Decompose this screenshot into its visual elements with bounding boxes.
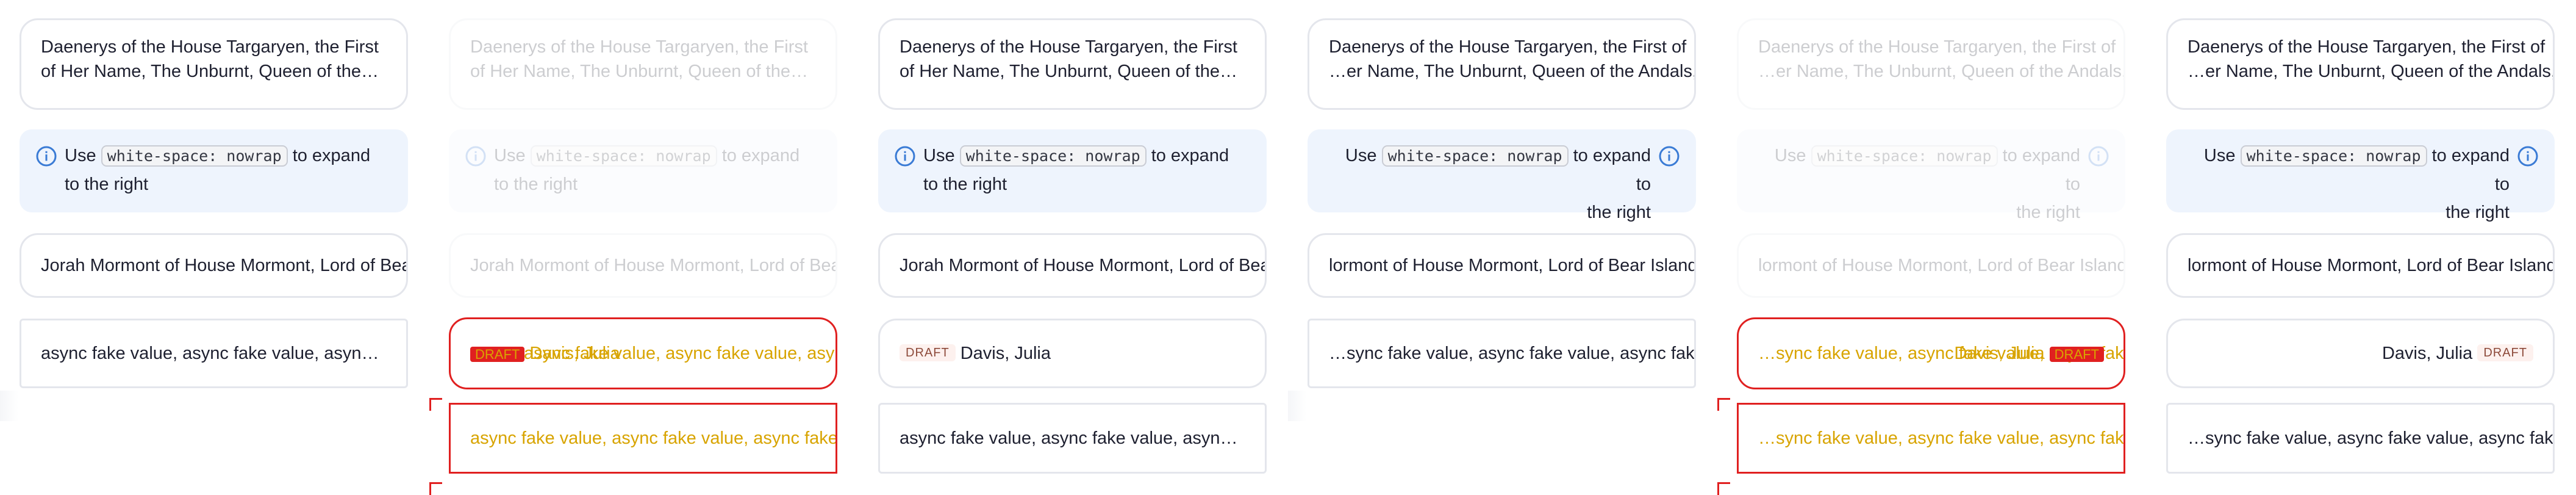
long-name-text: Daenerys of the House Targaryen, the Fir… [470,37,808,81]
panel-4: Daenerys of the House Targaryen, the Fir… [1288,0,1696,493]
row-4: async fake value, async fake value, asyn… [20,319,408,388]
info-icon [895,146,915,167]
error-overlay-row-5: …sync fake value, async fake value, asyn… [1737,403,2125,474]
corner-marker [429,398,442,411]
info-note: Use white-space: nowrap to expand to the… [2166,129,2555,222]
overlay-row-5-text: …sync fake value, async fake value, asyn… [1758,428,2125,448]
note-text-post: to expand to [1573,146,1651,194]
row-3: lormont of House Mormont, Lord of Bear I… [2166,233,2555,298]
row-3-text: Jorah Mormont of House Mormont, Lord of … [470,256,835,275]
note-text-pre: Use [2203,146,2236,165]
row-3: lormont of House Mormont, Lord of Bear I… [1737,233,2125,298]
author-name: Davis, Julia [960,344,1051,363]
overlay-badge: DRAFT [2049,347,2104,362]
info-note: Use white-space: nowrap to expand to the… [449,129,837,212]
long-name-card: Daenerys of the House Targaryen, the Fir… [20,18,408,110]
long-name-line-2: …er Name, The Unburnt, Queen of the Anda… [1758,62,2125,81]
row-4-text: …sync fake value, async fake value, asyn… [1329,344,1696,363]
overlay-name: Davis, Julia [1954,344,2045,363]
long-name-card: Daenerys of the House Targaryen, the Fir… [1308,18,1696,110]
panel-6: Daenerys of the House Targaryen, the Fir… [2147,0,2555,493]
note-text-post: to expand to [2002,146,2080,194]
overlay-row-4-text: async fake value, async fake value, asyn… [524,344,835,363]
error-overlay-row-4: …sync fake value, async fake value, asyn… [1737,317,2125,389]
row-3: Jorah Mormont of House Mormont, Lord of … [20,233,408,298]
overlay-badge: DRAFT [470,347,525,362]
info-icon [2517,146,2538,167]
row-5: …sync fake value, async fake value, asyn… [2166,403,2555,474]
info-icon [1659,146,1680,167]
note-code: white-space: nowrap [101,145,288,167]
long-name-line-1: Daenerys of the House Targaryen, the Fir… [1758,37,2116,57]
long-name-card: Daenerys of the House Targaryen, the Fir… [878,18,1267,110]
info-icon [465,146,486,167]
note-text-pre: Use [1345,146,1377,165]
long-name-text: Daenerys of the House Targaryen, the Fir… [900,37,1237,81]
error-overlay-row-4: DRAFT Davis, Julia async fake value, asy… [449,317,837,389]
panel-1: Daenerys of the House Targaryen, the Fir… [0,0,408,493]
long-name-card: Daenerys of the House Targaryen, the Fir… [1737,18,2125,110]
row-4-draft[interactable]: Davis, Julia DRAFT [2166,319,2555,388]
row-5: async fake value, async fake value, asyn… [878,403,1267,474]
note-text-pre: Use [1774,146,1806,165]
draft-badge: DRAFT [2477,344,2533,362]
row-5-text: async fake value, async fake value, asyn… [900,428,1267,448]
row-3: Jorah Mormont of House Mormont, Lord of … [878,233,1267,298]
note-text-pre: Use [923,146,955,165]
long-name-text: Daenerys of the House Targaryen, the Fir… [41,37,379,81]
row-4: …sync fake value, async fake value, asyn… [1308,319,1696,388]
author-name: Davis, Julia [2381,344,2473,363]
long-name-card: Daenerys of the House Targaryen, the Fir… [2166,18,2555,110]
info-note: Use white-space: nowrap to expand to the… [1737,129,2125,222]
note-code: white-space: nowrap [959,145,1147,167]
note-code: white-space: nowrap [1381,145,1569,167]
long-name-card: Daenerys of the House Targaryen, the Fir… [449,18,837,110]
note-text-pre: Use [494,146,526,165]
panel-3: Daenerys of the House Targaryen, the Fir… [859,0,1267,493]
note-code: white-space: nowrap [530,145,717,167]
long-name-line-2: …er Name, The Unburnt, Queen of the Anda… [2188,62,2555,81]
corner-marker [1717,398,1730,411]
row-5-text: …sync fake value, async fake value, asyn… [2188,428,2555,448]
info-note: Use white-space: nowrap to expand to the… [20,129,408,212]
info-note: Use white-space: nowrap to expand to the… [878,129,1267,212]
note-text-post-2: the right [1587,203,1651,222]
draft-badge: DRAFT [900,344,956,362]
note-code: white-space: nowrap [1811,145,1998,167]
long-name-line-2: …er Name, The Unburnt, Queen of the Anda… [1329,62,1696,81]
row-3-text: Jorah Mormont of House Mormont, Lord of … [41,256,406,275]
row-3-text: lormont of House Mormont, Lord of Bear I… [1758,256,2125,275]
row-3: Jorah Mormont of House Mormont, Lord of … [449,233,837,298]
row-4-text: async fake value, async fake value, asyn… [41,344,408,363]
info-icon [36,146,57,167]
overlay-row-5-text: async fake value, async fake value, asyn… [470,428,837,448]
note-text-post: to expand to [2431,146,2510,194]
drag-handle-hint [1288,391,1306,421]
row-3: lormont of House Mormont, Lord of Bear I… [1308,233,1696,298]
row-3-text: Jorah Mormont of House Mormont, Lord of … [900,256,1265,275]
note-text-post-2: the right [2445,203,2510,222]
drag-handle-hint [0,391,18,421]
row-4-draft[interactable]: DRAFT Davis, Julia [878,319,1267,388]
note-code: white-space: nowrap [2240,145,2427,167]
error-overlay-row-5: async fake value, async fake value, asyn… [449,403,837,474]
panel-5: Daenerys of the House Targaryen, the Fir… [1717,0,2125,495]
long-name-line-1: Daenerys of the House Targaryen, the Fir… [2188,37,2546,57]
info-icon [2088,146,2109,167]
row-3-text: lormont of House Mormont, Lord of Bear I… [1329,256,1696,275]
note-text-post-2: the right [2016,203,2080,222]
row-3-text: lormont of House Mormont, Lord of Bear I… [2188,256,2555,275]
panel-2: Daenerys of the House Targaryen, the Fir… [429,0,837,495]
long-name-line-1: Daenerys of the House Targaryen, the Fir… [1329,37,1687,57]
note-text-pre: Use [65,146,96,165]
info-note: Use white-space: nowrap to expand to the… [1308,129,1696,222]
